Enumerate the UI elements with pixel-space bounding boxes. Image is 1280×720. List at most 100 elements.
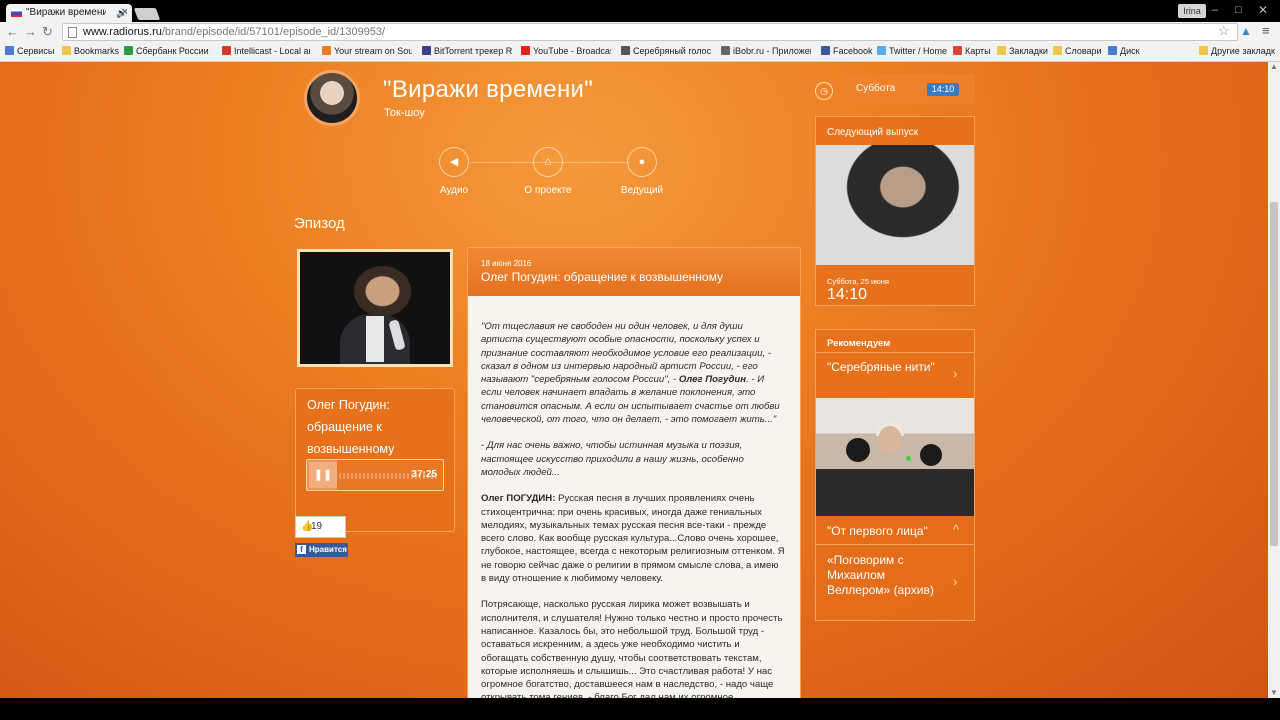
bookmark-item[interactable]: Сбербанк России :: Г	[124, 46, 212, 56]
bookmark-star-icon[interactable]: ☆	[1218, 23, 1230, 39]
scrollbar[interactable]: ▲ ▼	[1268, 62, 1280, 698]
person-icon[interactable]: ●	[627, 147, 657, 177]
bookmark-item[interactable]: YouTube - Broadcast	[521, 46, 611, 56]
bookmark-item[interactable]: Серебряный голос Р	[621, 46, 711, 56]
facebook-icon: f	[297, 545, 306, 554]
bookmark-item[interactable]: Intellicast - Local and	[222, 46, 310, 56]
profile-button[interactable]: Irina	[1178, 4, 1206, 18]
facebook-like-button[interactable]: f Нравится	[295, 543, 348, 557]
bookmark-item[interactable]: Закладки	[997, 46, 1048, 56]
recommend-item[interactable]: "Серебряные нити"	[827, 360, 947, 375]
menu-icon[interactable]: ≡	[1262, 23, 1270, 38]
russia-flag-icon	[11, 9, 22, 17]
pause-button[interactable]: ❚❚	[309, 462, 337, 488]
like-counter[interactable]: 👍 19	[295, 516, 346, 538]
recommend-photo[interactable]	[816, 398, 974, 516]
facebook-icon	[821, 46, 830, 55]
bookmark-label: Your stream on Sounc	[334, 46, 412, 56]
photo-detail	[878, 426, 902, 454]
bookmark-item[interactable]: Bookmarks	[62, 46, 120, 56]
url-host: www.radiorus.ru	[83, 26, 162, 38]
chevron-up-icon[interactable]: ^	[953, 522, 959, 537]
section-title: Эпизод	[294, 215, 345, 232]
bookmark-label: Intellicast - Local and	[234, 46, 310, 56]
player-progress-bar[interactable]: ❚❚ 37:25	[306, 459, 444, 491]
next-time: 14:10	[827, 286, 868, 303]
home-icon[interactable]: ⌂	[533, 147, 563, 177]
fb-like-label: Нравится	[309, 545, 347, 554]
map-pin-icon	[953, 46, 962, 55]
folder-icon	[1199, 46, 1208, 55]
browser-toolbar: ← → ↻ www.radiorus.ru/brand/episode/id/5…	[0, 22, 1280, 42]
next-episode-photo[interactable]	[816, 145, 974, 265]
browser-tab[interactable]: "Виражи времени" / Ок 🔊 ×	[6, 4, 132, 22]
thumbs-up-icon: 👍	[301, 521, 314, 532]
nav-audio[interactable]: ◀ Аудио	[414, 147, 494, 196]
bookmark-label: iBobr.ru - Приложени	[733, 46, 811, 56]
microphone-icon	[920, 444, 942, 466]
bookmark-label: Закладки	[1009, 46, 1048, 56]
maximize-icon[interactable]: □	[1235, 4, 1242, 16]
scroll-thumb[interactable]	[1270, 202, 1278, 546]
bookmark-item[interactable]: Twitter / Home	[877, 46, 947, 56]
speaker-icon[interactable]: ◀	[439, 147, 469, 177]
chevron-right-icon[interactable]: ›	[953, 574, 957, 589]
microphone-icon	[846, 438, 870, 462]
quote-name: Олег Погудин	[678, 374, 747, 386]
new-tab-button[interactable]	[133, 8, 161, 20]
show-avatar[interactable]	[304, 70, 360, 126]
bookmark-label: Сбербанк России :: Г	[136, 46, 212, 56]
minimize-icon[interactable]: –	[1212, 4, 1218, 16]
divider	[816, 352, 974, 353]
bookmark-item[interactable]: Сервисы	[5, 46, 54, 56]
bookmark-item[interactable]: Другие закладки	[1199, 46, 1275, 56]
bookmark-item[interactable]: BitTorrent трекер RuT	[422, 46, 512, 56]
next-heading: Следующий выпуск	[827, 127, 919, 138]
speaker-name: Олег ПОГУДИН:	[481, 493, 556, 505]
tab-close-icon[interactable]: ×	[122, 6, 128, 18]
show-title[interactable]: "Виражи времени"	[383, 76, 593, 104]
nav-label: Аудио	[439, 185, 469, 196]
nav-label: Ведущий	[620, 185, 664, 196]
article-body: "От тщеславия не свободен ни один челове…	[468, 296, 800, 698]
address-bar[interactable]: www.radiorus.ru/brand/episode/id/57101/e…	[62, 23, 1238, 41]
bookmark-label: Диск	[1120, 46, 1140, 56]
bookmarks-bar: Сервисы Bookmarks Сбербанк России :: Г I…	[0, 42, 1280, 62]
bookmark-item[interactable]: Карты	[953, 46, 991, 56]
forward-arrow-icon[interactable]: →	[24, 24, 37, 39]
bookmark-label: Серебряный голос Р	[633, 46, 711, 56]
youtube-icon	[521, 46, 530, 55]
article-header: 18 июня 2016 Олег Погудин: обращение к в…	[468, 248, 800, 296]
bookmark-item[interactable]: Your stream on Sounc	[322, 46, 412, 56]
divider	[816, 544, 974, 545]
folder-icon	[1053, 46, 1062, 55]
nav-host[interactable]: ● Ведущий	[602, 147, 682, 196]
torrent-icon	[422, 46, 431, 55]
globe-icon	[621, 46, 630, 55]
nav-about[interactable]: ⌂ О проекте	[508, 147, 588, 196]
recommend-item[interactable]: «Поговорим с Михаилом Веллером» (архив)	[827, 553, 947, 598]
bookmark-label: Другие закладки	[1211, 46, 1275, 56]
chevron-right-icon[interactable]: ›	[953, 366, 957, 381]
folder-icon	[997, 46, 1006, 55]
schedule-time: 14:10	[927, 83, 959, 96]
back-arrow-icon[interactable]: ←	[6, 24, 19, 39]
recommend-item[interactable]: "От первого лица"	[827, 524, 947, 539]
bookmark-item[interactable]: Словари	[1053, 46, 1102, 56]
intellicast-icon	[222, 46, 231, 55]
bookmark-item[interactable]: iBobr.ru - Приложени	[721, 46, 811, 56]
next-episode[interactable]: Следующий выпуск Суббота, 25 июня 14:10	[815, 116, 975, 306]
schedule-day: Суббота	[856, 83, 896, 94]
scroll-down-arrow-icon[interactable]: ▼	[1270, 688, 1278, 697]
bookmark-item[interactable]: Диск	[1108, 46, 1140, 56]
close-window-icon[interactable]: ✕	[1258, 3, 1268, 17]
bookmark-item[interactable]: Facebook	[821, 46, 873, 56]
episode-photo	[297, 249, 453, 367]
page-icon	[68, 27, 77, 38]
soundcloud-icon	[322, 46, 331, 55]
extension-icon[interactable]: ▲	[1240, 24, 1252, 38]
reload-icon[interactable]: ↻	[42, 24, 53, 40]
scroll-up-arrow-icon[interactable]: ▲	[1270, 62, 1278, 71]
article-quote: "От тщеславия не свободен ни один челове…	[481, 320, 786, 426]
article-title: Олег Погудин: обращение к возвышенному	[481, 270, 723, 284]
